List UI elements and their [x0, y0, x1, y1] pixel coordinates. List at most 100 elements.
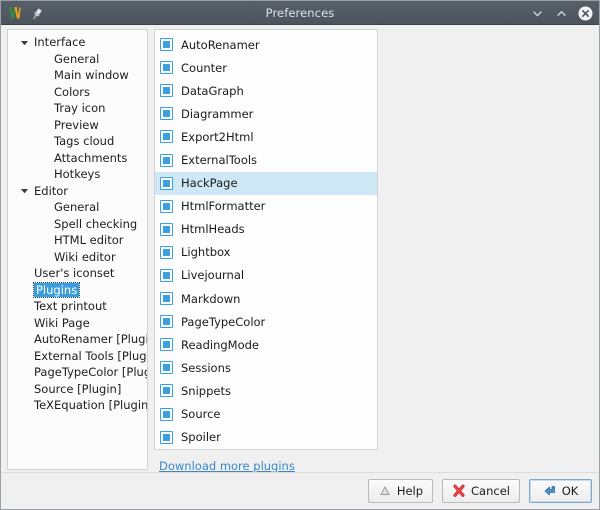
plugin-label: Source — [181, 407, 221, 421]
tree-item-label: Tray icon — [54, 101, 105, 115]
checkbox-lightbox[interactable] — [160, 246, 173, 259]
tree-item-label: Attachments — [54, 151, 127, 165]
plugin-row[interactable]: HackPage — [155, 172, 377, 195]
tree-item-label: External Tools [Plugin] — [34, 349, 148, 363]
checkbox-htmlheads[interactable] — [160, 223, 173, 236]
checkbox-readingmode[interactable] — [160, 338, 173, 351]
tree-item-label: Text printout — [34, 299, 107, 313]
plugin-row[interactable]: Livejournal — [155, 264, 377, 287]
tree-item-spell-checking[interactable]: Spell checking — [8, 216, 147, 233]
checkbox-export2html[interactable] — [160, 130, 173, 143]
checkbox-spoiler[interactable] — [160, 431, 173, 444]
maximize-button[interactable] — [554, 6, 569, 21]
checkbox-externaltools[interactable] — [160, 154, 173, 167]
close-button[interactable] — [578, 6, 593, 21]
tree-item-text-printout[interactable]: Text printout — [8, 298, 147, 315]
checkbox-livejournal[interactable] — [160, 269, 173, 282]
pin-icon[interactable] — [30, 6, 44, 20]
tree-item-editor[interactable]: Editor — [8, 183, 147, 200]
checkbox-sessions[interactable] — [160, 361, 173, 374]
checkbox-snippets[interactable] — [160, 384, 173, 397]
plugin-row[interactable]: Markdown — [155, 287, 377, 310]
tree-item-attachments[interactable]: Attachments — [8, 150, 147, 167]
plugin-row[interactable]: HtmlFormatter — [155, 195, 377, 218]
plugin-row[interactable]: Export2Html — [155, 125, 377, 148]
tree-item-label: Main window — [54, 68, 129, 82]
checkbox-diagrammer[interactable] — [160, 107, 173, 120]
plugin-row[interactable]: Sessions — [155, 356, 377, 379]
tree-item-user-s-iconset[interactable]: User's iconset — [8, 265, 147, 282]
checkbox-markdown[interactable] — [160, 292, 173, 305]
tree-item-label: Plugins — [34, 283, 79, 297]
tree-item-interface[interactable]: Interface — [8, 34, 147, 51]
panel-splitter[interactable] — [148, 29, 153, 470]
plugin-row[interactable]: Counter — [155, 56, 377, 79]
tree-item-preview[interactable]: Preview — [8, 117, 147, 134]
tree-item-colors[interactable]: Colors — [8, 84, 147, 101]
plugin-row[interactable]: Lightbox — [155, 241, 377, 264]
tree-item-label: Source [Plugin] — [34, 382, 121, 396]
tree-item-external-tools-plugin[interactable]: External Tools [Plugin] — [8, 348, 147, 365]
plugin-label: Export2Html — [181, 130, 254, 144]
chevron-down-icon[interactable] — [20, 186, 29, 195]
plugin-label: HtmlFormatter — [181, 199, 265, 213]
checkbox-source[interactable] — [160, 408, 173, 421]
tree-item-html-editor[interactable]: HTML editor — [8, 232, 147, 249]
tree-item-tags-cloud[interactable]: Tags cloud — [8, 133, 147, 150]
plugin-label: ReadingMode — [181, 338, 259, 352]
tree-item-autorenamer-plugin[interactable]: AutoRenamer [Plugin] — [8, 331, 147, 348]
chevron-down-icon[interactable] — [20, 38, 29, 47]
plugin-row[interactable]: Snippets — [155, 379, 377, 402]
plugin-label: Snippets — [181, 384, 231, 398]
tree-item-main-window[interactable]: Main window — [8, 67, 147, 84]
checkbox-autorenamer[interactable] — [160, 38, 173, 51]
checkbox-datagraph[interactable] — [160, 84, 173, 97]
plugin-row[interactable]: Source — [155, 403, 377, 426]
plugin-row[interactable]: HtmlHeads — [155, 218, 377, 241]
plugin-row[interactable]: AutoRenamer — [155, 33, 377, 56]
tree-item-label: Editor — [34, 184, 68, 198]
settings-tree[interactable]: InterfaceGeneralMain windowColorsTray ic… — [7, 29, 148, 470]
plugin-row[interactable]: Spoiler — [155, 426, 377, 449]
tree-item-texequation-plugin[interactable]: TeXEquation [Plugin] — [8, 397, 147, 414]
tree-item-tray-icon[interactable]: Tray icon — [8, 100, 147, 117]
checkbox-counter[interactable] — [160, 61, 173, 74]
checkbox-hackpage[interactable] — [160, 177, 173, 190]
checkbox-pagetypecolor[interactable] — [160, 315, 173, 328]
tree-item-wiki-page[interactable]: Wiki Page — [8, 315, 147, 332]
cancel-x-icon — [452, 484, 466, 498]
plugin-row[interactable]: ExternalTools — [155, 148, 377, 171]
right-empty-pane — [380, 29, 595, 470]
plugin-row[interactable]: DataGraph — [155, 79, 377, 102]
plugins-list[interactable]: AutoRenamer CounterDataGraph Diagrammer Exp… — [154, 29, 378, 450]
plugin-row[interactable]: Diagrammer — [155, 102, 377, 125]
plugin-row[interactable]: Statistics — [155, 449, 377, 450]
title-bar-left — [7, 5, 44, 21]
plugin-label: Diagrammer — [181, 107, 253, 121]
plugin-row[interactable]: PageTypeColor — [155, 310, 377, 333]
cancel-button[interactable]: Cancel — [442, 479, 520, 503]
tree-item-wiki-editor[interactable]: Wiki editor — [8, 249, 147, 266]
tree-item-pagetypecolor-plugin[interactable]: PageTypeColor [Plugin] — [8, 364, 147, 381]
plugins-panel: AutoRenamer CounterDataGraph Diagrammer Exp… — [154, 29, 378, 470]
tree-item-general[interactable]: General — [8, 199, 147, 216]
tree-item-hotkeys[interactable]: Hotkeys — [8, 166, 147, 183]
plugin-label: AutoRenamer — [181, 38, 260, 52]
plugin-row[interactable]: ReadingMode — [155, 333, 377, 356]
cancel-button-label: Cancel — [471, 484, 510, 498]
ok-button[interactable]: OK — [529, 479, 592, 503]
tree-item-label: Preview — [54, 118, 99, 132]
tree-item-general[interactable]: General — [8, 51, 147, 68]
tree-item-label: General — [54, 52, 99, 66]
tree-item-plugins[interactable]: Plugins — [8, 282, 147, 299]
minimize-button[interactable] — [530, 6, 545, 21]
download-more-plugins-link[interactable]: Download more plugins — [159, 459, 295, 473]
plugin-label: Sessions — [181, 361, 231, 375]
ok-arrow-icon — [543, 484, 557, 498]
help-button[interactable]: Help — [368, 479, 433, 503]
tree-item-label: TeXEquation [Plugin] — [34, 398, 148, 412]
plugin-label: HackPage — [181, 176, 238, 190]
checkbox-htmlformatter[interactable] — [160, 200, 173, 213]
plugin-label: Lightbox — [181, 245, 231, 259]
tree-item-source-plugin[interactable]: Source [Plugin] — [8, 381, 147, 398]
